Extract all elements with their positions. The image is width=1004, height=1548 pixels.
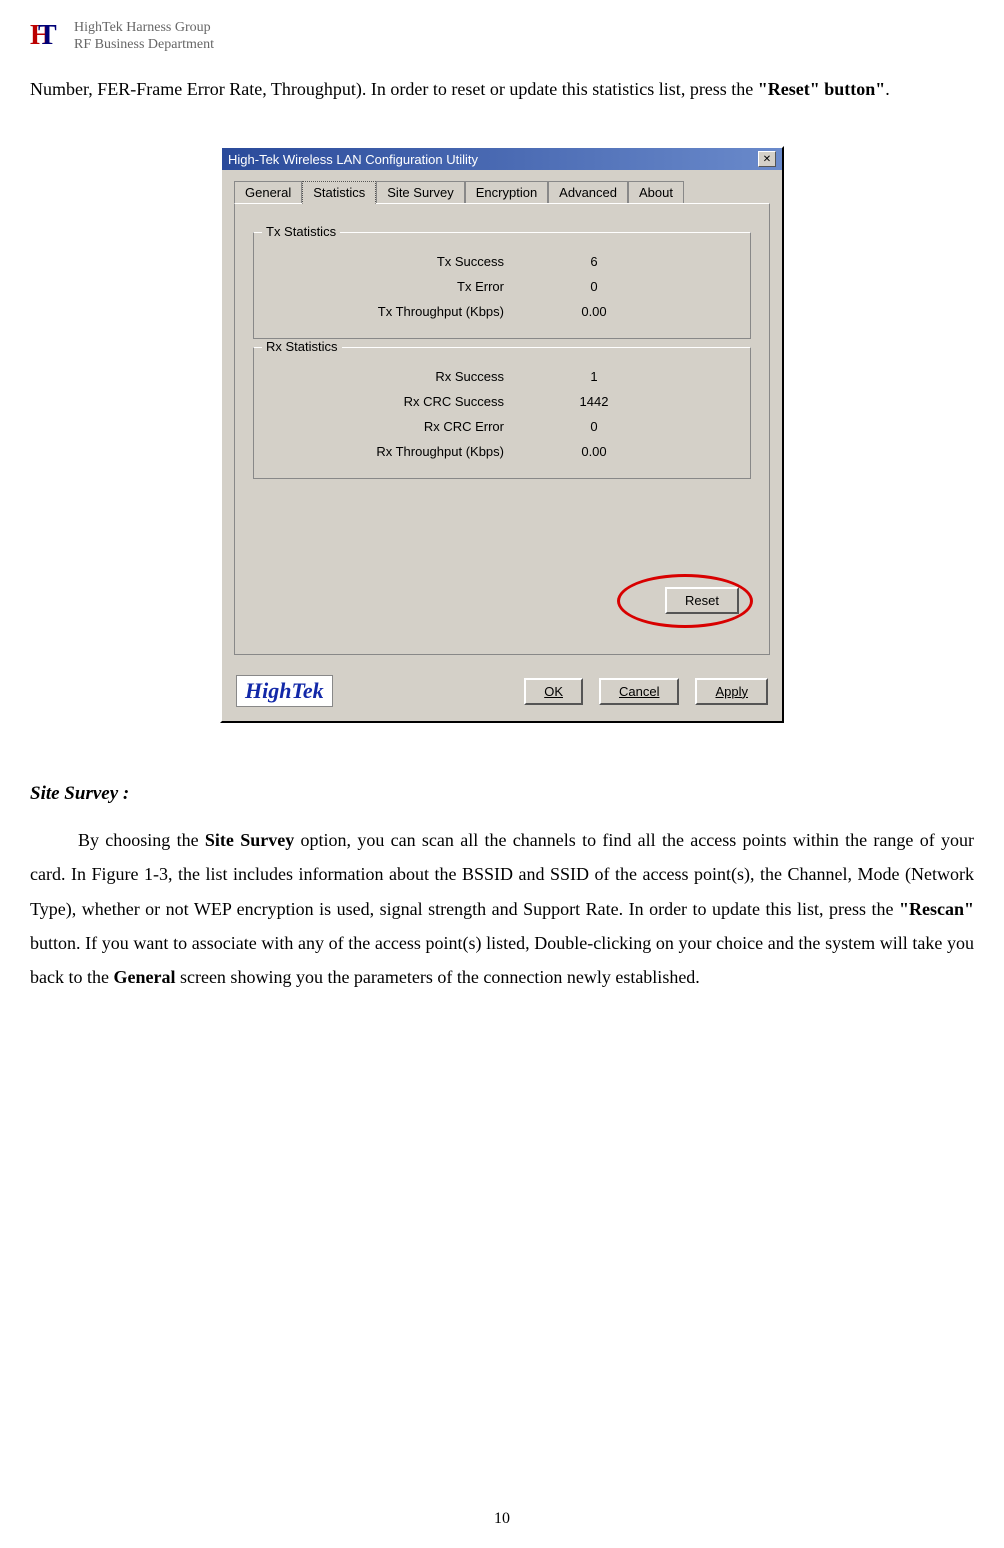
tab-general[interactable]: General (234, 181, 302, 204)
intro-paragraph: Number, FER-Frame Error Rate, Throughput… (30, 72, 974, 106)
tx-throughput-label: Tx Throughput (Kbps) (264, 304, 564, 319)
table-row: Tx Throughput (Kbps)0.00 (264, 299, 740, 324)
rx-statistics-group: Rx Statistics Rx Success1 Rx CRC Success… (253, 347, 751, 479)
table-row: Rx CRC Error0 (264, 414, 740, 439)
tx-error-label: Tx Error (264, 279, 564, 294)
tab-site-survey[interactable]: Site Survey (376, 181, 464, 204)
tab-bar: General Statistics Site Survey Encryptio… (222, 170, 782, 203)
screenshot-container: High-Tek Wireless LAN Configuration Util… (30, 146, 974, 723)
table-row: Rx CRC Success1442 (264, 389, 740, 414)
rx-crc-success-label: Rx CRC Success (264, 394, 564, 409)
rx-throughput-value: 0.00 (564, 444, 624, 459)
table-row: Tx Success6 (264, 249, 740, 274)
ss-site-survey-bold: Site Survey (205, 830, 294, 850)
site-survey-heading: Site Survey : (30, 783, 974, 805)
tx-group-title: Tx Statistics (262, 224, 340, 239)
ok-button[interactable]: OK (524, 678, 583, 705)
reset-button[interactable]: Reset (665, 587, 739, 614)
tx-success-value: 6 (564, 254, 624, 269)
reset-button-wrap: Reset (665, 587, 739, 614)
dialog-button-bar: HighTek OK Cancel Apply (222, 665, 782, 721)
company-name-block: HighTek Harness Group RF Business Depart… (74, 20, 214, 54)
ss-text-g: screen showing you the parameters of the… (175, 967, 699, 987)
window-title: High-Tek Wireless LAN Configuration Util… (228, 152, 478, 167)
company-logo-icon: HT (30, 20, 64, 54)
intro-suffix: . (885, 79, 890, 99)
rx-throughput-label: Rx Throughput (Kbps) (264, 444, 564, 459)
rx-group-title: Rx Statistics (262, 339, 342, 354)
tx-error-value: 0 (564, 279, 624, 294)
tab-encryption[interactable]: Encryption (465, 181, 548, 204)
tx-statistics-group: Tx Statistics Tx Success6 Tx Error0 Tx T… (253, 232, 751, 339)
tab-about[interactable]: About (628, 181, 684, 204)
ss-rescan-bold: "Rescan" (899, 899, 974, 919)
page-number: 10 (0, 1510, 1004, 1528)
window-titlebar: High-Tek Wireless LAN Configuration Util… (222, 148, 782, 170)
rx-crc-error-label: Rx CRC Error (264, 419, 564, 434)
close-icon[interactable]: ✕ (758, 151, 776, 167)
site-survey-paragraph: By choosing the Site Survey option, you … (30, 823, 974, 994)
statistics-pane: Tx Statistics Tx Success6 Tx Error0 Tx T… (234, 203, 770, 655)
ss-general-bold: General (113, 967, 175, 987)
table-row: Tx Error0 (264, 274, 740, 299)
reset-button-mention: "Reset" button" (758, 79, 885, 99)
ss-text-a: By choosing the (78, 830, 205, 850)
tab-statistics[interactable]: Statistics (302, 181, 376, 204)
table-row: Rx Throughput (Kbps)0.00 (264, 439, 740, 464)
rx-success-value: 1 (564, 369, 624, 384)
intro-text: Number, FER-Frame Error Rate, Throughput… (30, 79, 758, 99)
rx-crc-error-value: 0 (564, 419, 624, 434)
table-row: Rx Success1 (264, 364, 740, 389)
rx-crc-success-value: 1442 (564, 394, 624, 409)
cancel-button[interactable]: Cancel (599, 678, 679, 705)
config-utility-window: High-Tek Wireless LAN Configuration Util… (220, 146, 784, 723)
hightek-brand-icon: HighTek (236, 675, 333, 707)
apply-button[interactable]: Apply (695, 678, 768, 705)
rx-success-label: Rx Success (264, 369, 564, 384)
tx-throughput-value: 0.00 (564, 304, 624, 319)
company-line2: RF Business Department (74, 37, 214, 54)
company-line1: HighTek Harness Group (74, 20, 214, 37)
tab-advanced[interactable]: Advanced (548, 181, 628, 204)
tx-success-label: Tx Success (264, 254, 564, 269)
page-header: HT HighTek Harness Group RF Business Dep… (30, 20, 974, 54)
